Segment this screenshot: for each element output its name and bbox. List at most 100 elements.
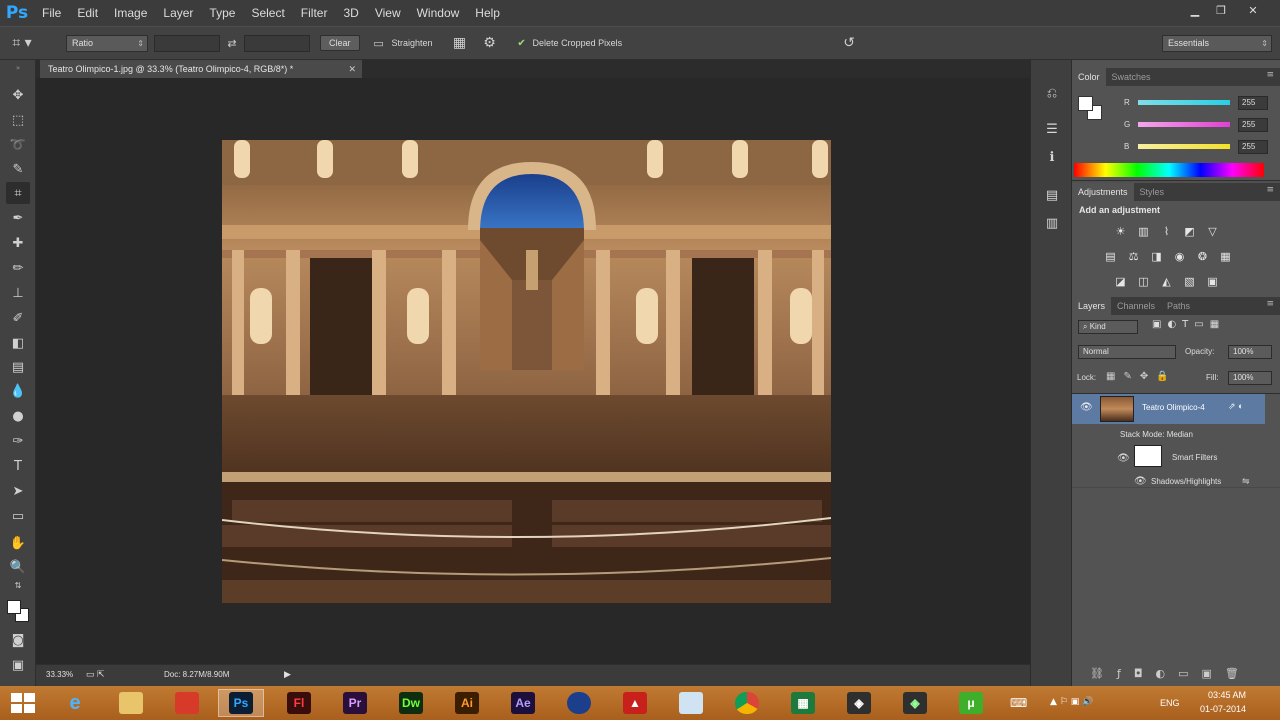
clock-time[interactable]: 03:45 AM (1208, 690, 1246, 700)
excel-icon[interactable]: ▦ (780, 689, 826, 717)
workspace-select[interactable]: Essentials (1162, 35, 1272, 52)
info-icon[interactable]: ℹ (1040, 146, 1064, 168)
slider-r-bar[interactable] (1138, 100, 1230, 105)
ratio-height-input[interactable] (244, 34, 310, 52)
slider-g[interactable]: G 255 (1124, 117, 1274, 135)
character-icon[interactable]: ▥ (1040, 212, 1064, 234)
swap-icon[interactable]: ⇄ (220, 37, 244, 50)
smart-filter-mask[interactable] (1134, 445, 1162, 467)
menu-view[interactable]: View (367, 0, 409, 26)
slider-b-bar[interactable] (1138, 144, 1230, 149)
history-icon[interactable]: ⎌ (1040, 82, 1064, 104)
gradient-tool-icon[interactable]: ▤ (6, 356, 30, 378)
brightness-contrast-icon[interactable]: ☀ (1112, 223, 1129, 239)
collapse-icon[interactable]: » (6, 64, 30, 72)
document-tab[interactable]: Teatro Olimpico-1.jpg @ 33.3% (Teatro Ol… (40, 60, 362, 78)
panel-menu-icon[interactable]: ≡ (1266, 299, 1274, 309)
filter-options-icon[interactable]: ⇋ (1242, 476, 1250, 487)
ratio-width-input[interactable] (154, 34, 220, 52)
menu-type[interactable]: Type (201, 0, 243, 26)
rectangle-tool-icon[interactable]: ▭ (6, 505, 30, 527)
close-icon[interactable]: ✕ (1236, 3, 1270, 17)
channel-mixer-icon[interactable]: ❂ (1194, 248, 1211, 264)
dreamweaver-task[interactable]: Dw (388, 689, 434, 717)
healing-brush-tool-icon[interactable]: ✚ (6, 232, 30, 254)
levels-icon[interactable]: ▥ (1135, 223, 1152, 239)
quick-select-tool-icon[interactable]: ✎ (6, 158, 30, 180)
tab-color[interactable]: Color (1072, 68, 1106, 86)
menu-image[interactable]: Image (106, 0, 155, 26)
menu-3d[interactable]: 3D (335, 0, 366, 26)
photo-filter-icon[interactable]: ◉ (1171, 248, 1188, 264)
hue-saturation-icon[interactable]: ▤ (1102, 248, 1119, 264)
explorer-icon[interactable] (108, 689, 154, 717)
ratio-select[interactable]: Ratio (66, 34, 148, 52)
paragraph-icon[interactable]: ▤ (1040, 184, 1064, 206)
lock-icons[interactable]: ▦✎✥🔒 (1106, 371, 1177, 382)
layer-name[interactable]: Teatro Olimpico-4 (1142, 403, 1205, 412)
marquee-tool-icon[interactable]: ⬚ (6, 109, 30, 131)
panel-menu-icon[interactable]: ≡ (1266, 185, 1274, 195)
gradient-map-icon[interactable]: ▧ (1181, 273, 1198, 289)
tab-adjustments[interactable]: Adjustments (1072, 183, 1134, 201)
swap-colors-icon[interactable]: ⇅ (6, 580, 30, 590)
brush-tool-icon[interactable]: ✏ (6, 257, 30, 279)
filter-name[interactable]: Shadows/Highlights (1151, 477, 1221, 486)
close-tab-icon[interactable]: ✕ (348, 60, 356, 78)
gear-icon[interactable]: ⚙ (475, 35, 505, 51)
fill-input[interactable]: 100% (1228, 371, 1272, 385)
canvas-area[interactable] (36, 78, 1030, 664)
menu-file[interactable]: File (34, 0, 69, 26)
checkbox-checked-icon[interactable]: ✔ (511, 38, 533, 49)
crop-tool-icon[interactable]: ⌗ (6, 182, 30, 204)
channel-g-value[interactable]: 255 (1238, 118, 1268, 132)
threshold-icon[interactable]: ◭ (1158, 273, 1175, 289)
dodge-tool-icon[interactable]: ● (6, 405, 30, 427)
path-selection-tool-icon[interactable]: ➤ (6, 480, 30, 502)
fg-bg-swatch[interactable] (1078, 96, 1104, 122)
zoom-tool-icon[interactable]: 🔍 (6, 556, 30, 578)
tab-styles[interactable]: Styles (1134, 183, 1171, 201)
start-button[interactable] (0, 689, 46, 717)
move-tool-icon[interactable]: ✥ (6, 84, 30, 106)
tab-paths[interactable]: Paths (1161, 297, 1196, 315)
flash-task[interactable]: Fl (276, 689, 322, 717)
zoom-level[interactable]: 33.33% (46, 670, 73, 679)
blend-mode-select[interactable]: Normal (1078, 345, 1176, 359)
posterize-icon[interactable]: ◫ (1135, 273, 1152, 289)
status-menu-arrow-icon[interactable]: ▶ (284, 669, 291, 680)
filter-type-icons[interactable]: ▣◐T▭▦ (1152, 319, 1225, 330)
chrome-icon[interactable] (724, 689, 770, 717)
menu-help[interactable]: Help (467, 0, 508, 26)
app-icon-2[interactable]: ◈ (892, 689, 938, 717)
pen-tool-icon[interactable]: ✑ (6, 430, 30, 452)
layer-actions-bar[interactable]: ⛓ƒ◘◐▭▣🗑 (1090, 667, 1252, 680)
eraser-tool-icon[interactable]: ◧ (6, 332, 30, 354)
slider-r[interactable]: R 255 (1124, 95, 1274, 113)
menu-window[interactable]: Window (409, 0, 468, 26)
document-image[interactable] (222, 140, 831, 603)
channel-b-value[interactable]: 255 (1238, 140, 1268, 154)
invert-icon[interactable]: ◪ (1112, 273, 1129, 289)
color-lookup-icon[interactable]: ▦ (1217, 248, 1234, 264)
screen-mode-icon[interactable]: ▣ (6, 654, 30, 676)
crop-tool-icon[interactable]: ⌗ ▾ (0, 35, 44, 51)
clear-button[interactable]: Clear (320, 35, 360, 51)
selective-color-icon[interactable]: ▣ (1204, 273, 1221, 289)
eye-icon[interactable]: 👁 (1080, 402, 1093, 413)
delete-cropped-label[interactable]: Delete Cropped Pixels (533, 38, 623, 48)
clone-stamp-tool-icon[interactable]: ⊥ (6, 282, 30, 304)
eyedropper-tool-icon[interactable]: ✒ (6, 207, 30, 229)
opacity-input[interactable]: 100% (1228, 345, 1272, 359)
menu-edit[interactable]: Edit (69, 0, 106, 26)
keyboard-icon[interactable]: ⌨ (1010, 696, 1027, 710)
clock-date[interactable]: 01-07-2014 (1200, 704, 1246, 714)
foreground-background-swatch[interactable] (5, 598, 31, 624)
tray-icons[interactable]: ▲ ⚐ ▣ 🔊 (1050, 697, 1093, 707)
history-brush-tool-icon[interactable]: ✐ (6, 307, 30, 329)
slider-b[interactable]: B 255 (1124, 139, 1274, 157)
black-white-icon[interactable]: ◨ (1148, 248, 1165, 264)
vibrance-icon[interactable]: ▽ (1204, 223, 1221, 239)
ie-icon[interactable]: e (52, 689, 98, 717)
tab-layers[interactable]: Layers (1072, 297, 1112, 315)
